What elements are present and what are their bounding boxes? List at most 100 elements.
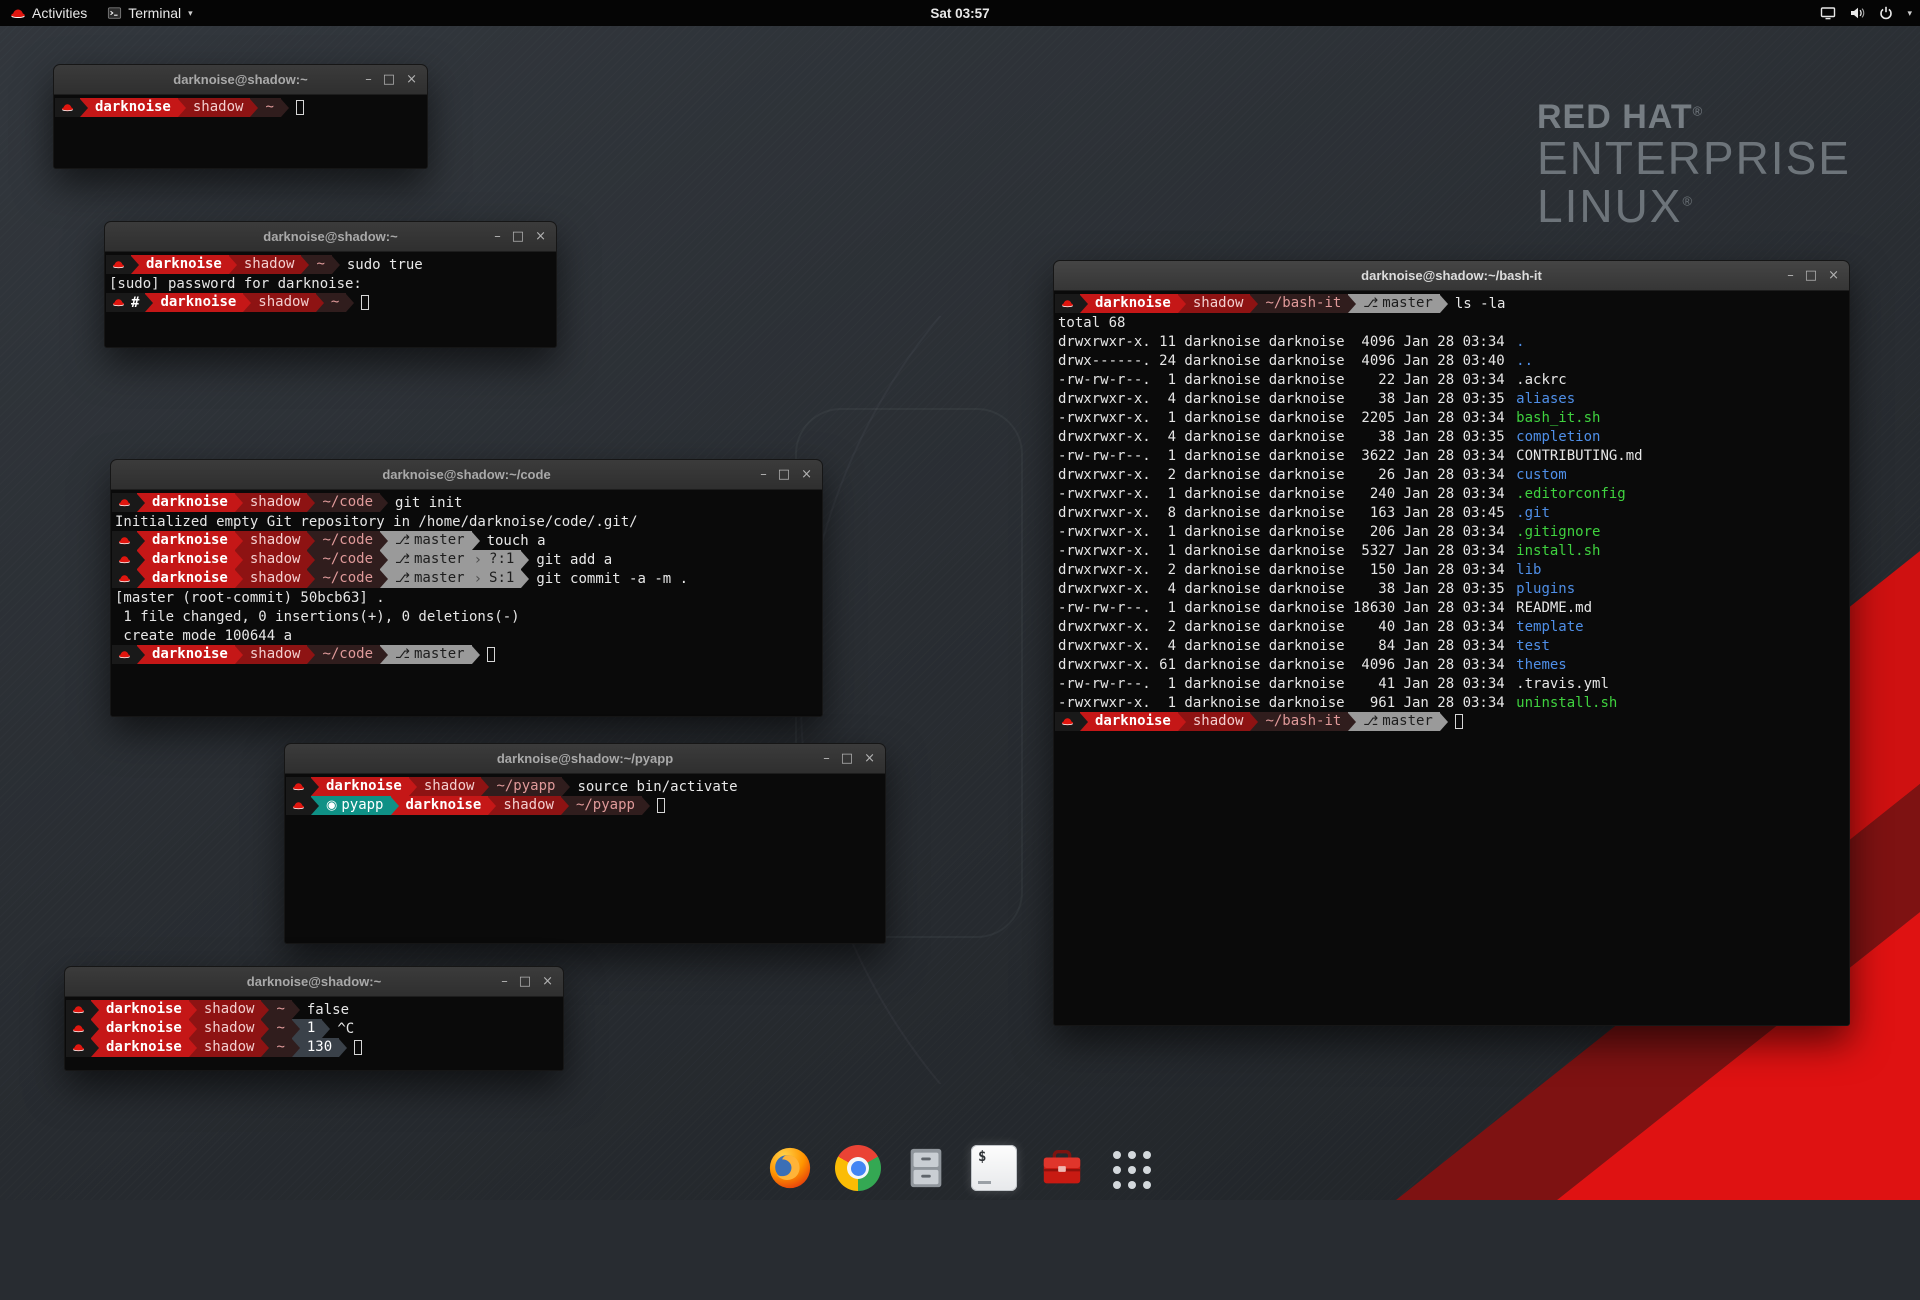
output-text: -rwxrwxr-x. 1 darknoise darknoise 240 Ja… xyxy=(1055,486,1513,502)
output-text: drwxrwxr-x. 4 darknoise darknoise 38 Jan… xyxy=(1055,581,1513,597)
directory-name: plugins xyxy=(1513,581,1575,597)
powerline-separator xyxy=(642,797,650,815)
minimize-button[interactable]: – xyxy=(823,744,830,774)
executable-name: install.sh xyxy=(1513,543,1600,559)
prompt-host-segment: shadow xyxy=(189,1000,262,1019)
directory-name: custom xyxy=(1513,467,1567,483)
window-titlebar[interactable]: darknoise@shadow:~–□× xyxy=(65,967,563,997)
prompt-user-segment: darknoise xyxy=(137,531,235,550)
terminal-content[interactable]: darknoiseshadow~/codegit initInitialized… xyxy=(111,490,822,716)
powerline-separator xyxy=(243,294,251,312)
minimize-button[interactable]: – xyxy=(494,222,501,252)
prompt-git-segment: ⎇master xyxy=(380,645,472,664)
close-button[interactable]: × xyxy=(542,967,553,997)
terminal-content[interactable]: darknoiseshadow~/bash-it⎇masterls -latot… xyxy=(1054,291,1849,1025)
prompt-user-label: darknoise xyxy=(145,550,235,569)
power-icon[interactable] xyxy=(1878,5,1894,21)
prompt-host-label: shadow xyxy=(251,293,316,312)
system-status-area[interactable]: ▾ xyxy=(1820,0,1912,26)
prompt-logo-segment xyxy=(286,796,311,815)
prompt-path-segment: ~/bash-it xyxy=(1250,712,1348,731)
chrome-icon xyxy=(835,1145,881,1191)
powerline-separator xyxy=(339,1039,347,1057)
close-button[interactable]: × xyxy=(801,460,812,490)
output-text: -rw-rw-r--. 1 darknoise darknoise 41 Jan… xyxy=(1055,676,1513,692)
dock-item-chrome[interactable] xyxy=(832,1142,884,1194)
dock-item-files[interactable] xyxy=(900,1142,952,1194)
app-menu-label: Terminal xyxy=(128,5,181,21)
file-name: .travis.yml xyxy=(1513,676,1609,692)
output-text: [sudo] password for darknoise: xyxy=(106,276,362,292)
output-text: drwxrwxr-x. 4 darknoise darknoise 38 Jan… xyxy=(1055,391,1513,407)
directory-name: themes xyxy=(1513,657,1567,673)
window-controls: –□ × xyxy=(501,967,563,997)
dock-item-terminal[interactable] xyxy=(968,1142,1020,1194)
close-button[interactable]: × xyxy=(864,744,875,774)
terminal-content[interactable]: darknoiseshadow~/pyappsource bin/activat… xyxy=(285,774,885,943)
command-text: git init xyxy=(395,495,462,511)
prompt-logo-segment xyxy=(286,777,311,796)
dock-item-toolbox[interactable] xyxy=(1036,1142,1088,1194)
window-titlebar[interactable]: darknoise@shadow:~/bash-it–□× xyxy=(1054,261,1849,291)
directory-name: test xyxy=(1513,638,1550,654)
dock-item-firefox[interactable] xyxy=(764,1142,816,1194)
window-titlebar[interactable]: darknoise@shadow:~/code–□× xyxy=(111,460,822,490)
maximize-button[interactable]: □ xyxy=(841,744,853,774)
terminal-content[interactable]: darknoiseshadow~ xyxy=(54,95,427,168)
powerline-separator xyxy=(137,532,145,550)
minimize-button[interactable]: – xyxy=(501,967,508,997)
prompt-host-segment: shadow xyxy=(235,569,308,588)
maximize-button[interactable]: □ xyxy=(512,222,524,252)
git-branch-label: master xyxy=(410,550,472,569)
maximize-button[interactable]: □ xyxy=(1805,261,1817,291)
close-button[interactable]: × xyxy=(535,222,546,252)
window-titlebar[interactable]: darknoise@shadow:~–□× xyxy=(54,65,427,95)
terminal-line: -rwxrwxr-x. 1 darknoise darknoise 206 Ja… xyxy=(1055,522,1848,541)
powerline-separator xyxy=(562,778,570,796)
powerline-separator xyxy=(409,778,417,796)
minimize-button[interactable]: – xyxy=(1787,261,1794,291)
terminal-line: drwxrwxr-x. 2 darknoise darknoise 40 Jan… xyxy=(1055,617,1848,636)
terminal-line: darknoiseshadow~/codegit init xyxy=(112,493,821,512)
prompt-path-label: ~/code xyxy=(315,531,380,550)
window-titlebar[interactable]: darknoise@shadow:~–□× xyxy=(105,222,556,252)
powerline-separator xyxy=(250,99,258,117)
window-titlebar[interactable]: darknoise@shadow:~/pyapp–□× xyxy=(285,744,885,774)
output-text: 1 file changed, 0 insertions(+), 0 delet… xyxy=(112,609,520,625)
minimize-button[interactable]: – xyxy=(760,460,767,490)
activities-button[interactable]: Activities xyxy=(0,0,97,26)
command-text: touch a xyxy=(487,533,546,549)
powerline-separator xyxy=(261,1020,269,1038)
maximize-button[interactable]: □ xyxy=(778,460,790,490)
git-branch-label: master xyxy=(410,569,472,588)
output-text: drwxrwxr-x. 4 darknoise darknoise 38 Jan… xyxy=(1055,429,1513,445)
powerline-separator xyxy=(137,494,145,512)
prompt-path-segment: ~/code xyxy=(307,531,380,550)
clock[interactable]: Sat 03:57 xyxy=(930,6,989,21)
git-thin-separator-icon: › xyxy=(472,552,482,568)
terminal-line: darknoiseshadow~/code⎇master›?:1git add … xyxy=(112,550,821,569)
terminal-line: darknoiseshadow~/bash-it⎇master xyxy=(1055,712,1848,731)
powerline-separator xyxy=(281,99,289,117)
terminal-content[interactable]: darknoiseshadow~falsedarknoiseshadow~1^C… xyxy=(65,997,563,1070)
prompt-user-segment: darknoise xyxy=(1080,294,1178,313)
terminal-icon xyxy=(971,1145,1017,1191)
git-branch-icon: ⎇ xyxy=(388,533,410,548)
prompt-host-segment: shadow xyxy=(488,796,561,815)
prompt-path-segment: ~/pyapp xyxy=(481,777,562,796)
dock-item-app-grid[interactable] xyxy=(1104,1142,1156,1194)
command-text: ls -la xyxy=(1455,296,1506,312)
prompt-host-segment: shadow xyxy=(178,98,251,117)
terminal-cursor xyxy=(296,100,304,115)
directory-name: . xyxy=(1513,334,1524,350)
maximize-button[interactable]: □ xyxy=(383,65,395,95)
terminal-content[interactable]: darknoiseshadow~sudo true[sudo] password… xyxy=(105,252,556,347)
close-button[interactable]: × xyxy=(1828,261,1839,291)
display-icon[interactable] xyxy=(1820,5,1836,21)
maximize-button[interactable]: □ xyxy=(519,967,531,997)
close-button[interactable]: × xyxy=(406,65,417,95)
app-menu-terminal[interactable]: Terminal ▾ xyxy=(97,0,202,26)
output-text: drwxrwxr-x. 4 darknoise darknoise 84 Jan… xyxy=(1055,638,1513,654)
volume-icon[interactable] xyxy=(1849,5,1865,21)
minimize-button[interactable]: – xyxy=(365,65,372,95)
